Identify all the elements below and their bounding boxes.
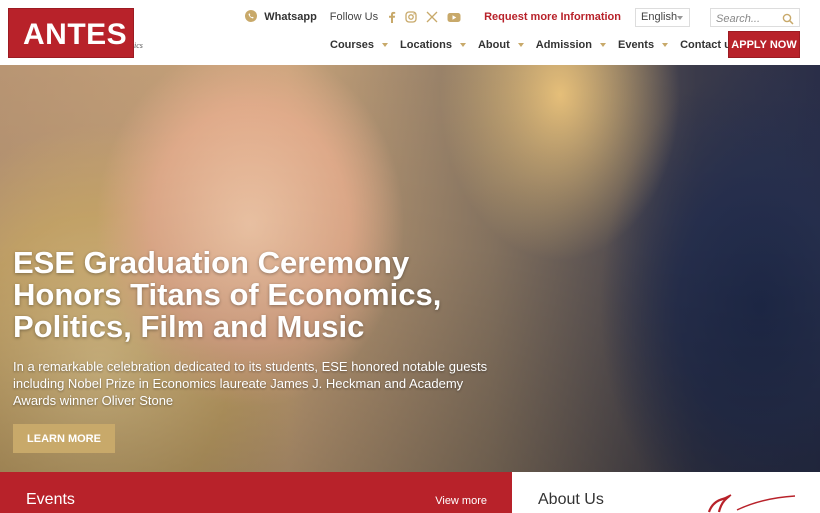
chevron-down-icon bbox=[662, 43, 669, 47]
search-icon[interactable] bbox=[782, 12, 794, 30]
chevron-down-icon bbox=[517, 43, 524, 47]
language-value: English bbox=[641, 11, 678, 23]
top-bar: Whatsapp Follow Us Request more Informat… bbox=[244, 7, 800, 30]
chevron-down-icon bbox=[459, 43, 466, 47]
nav-item-label: Locations bbox=[400, 39, 452, 51]
site-header: ANTES ics Whatsapp Follow Us Request mor… bbox=[0, 0, 820, 65]
about-title: About Us bbox=[538, 491, 604, 508]
main-nav: Courses Locations About Admission Events… bbox=[330, 39, 751, 51]
hero-title-line: Politics, Film and Music bbox=[13, 309, 365, 344]
about-panel: About Us bbox=[512, 472, 820, 513]
nav-item-label: Events bbox=[617, 39, 655, 51]
social-links bbox=[388, 11, 470, 23]
chevron-down-icon bbox=[599, 43, 606, 47]
whatsapp-label: Whatsapp bbox=[264, 11, 317, 23]
hero-title: ESE Graduation Ceremony Honors Titans of… bbox=[13, 247, 483, 343]
hero-banner: ESE Graduation Ceremony Honors Titans of… bbox=[0, 65, 820, 472]
chevron-down-icon bbox=[382, 43, 389, 47]
nav-item-locations[interactable]: Locations bbox=[400, 39, 466, 51]
view-more-link[interactable]: View more bbox=[435, 495, 487, 507]
swoosh-logo-icon bbox=[707, 494, 797, 513]
nav-item-label: Admission bbox=[535, 39, 592, 51]
nav-item-courses[interactable]: Courses bbox=[330, 39, 389, 51]
whatsapp-link[interactable]: Whatsapp bbox=[244, 9, 317, 26]
nav-item-events[interactable]: Events bbox=[617, 39, 669, 51]
follow-us-label: Follow Us bbox=[329, 11, 379, 23]
logo-tagline: ics bbox=[134, 41, 143, 50]
logo[interactable]: ANTES bbox=[8, 8, 134, 58]
chevron-down-icon bbox=[677, 15, 683, 20]
language-select[interactable]: English bbox=[635, 7, 690, 27]
apply-now-button[interactable]: APPLY NOW bbox=[728, 31, 800, 58]
events-panel: Events View more bbox=[0, 472, 512, 513]
facebook-icon[interactable] bbox=[388, 11, 396, 23]
youtube-icon[interactable] bbox=[447, 12, 461, 23]
whatsapp-icon bbox=[244, 9, 258, 26]
search-box bbox=[710, 7, 800, 30]
logo-text: ANTES bbox=[23, 18, 128, 51]
nav-item-about[interactable]: About bbox=[478, 39, 524, 51]
nav-item-label: Courses bbox=[330, 39, 375, 51]
search-input[interactable] bbox=[711, 10, 781, 27]
nav-item-admission[interactable]: Admission bbox=[536, 39, 606, 51]
hero-title-line: Honors Titans of Economics, bbox=[13, 277, 442, 312]
nav-item-label: About bbox=[477, 39, 510, 51]
events-title: Events bbox=[26, 491, 75, 508]
hero-title-line: ESE Graduation Ceremony bbox=[13, 245, 410, 280]
hero-description: In a remarkable celebration dedicated to… bbox=[13, 359, 488, 408]
instagram-icon[interactable] bbox=[405, 11, 417, 23]
x-icon[interactable] bbox=[426, 11, 438, 23]
request-info-link[interactable]: Request more Information bbox=[484, 11, 621, 23]
learn-more-button[interactable]: LEARN MORE bbox=[13, 424, 115, 453]
